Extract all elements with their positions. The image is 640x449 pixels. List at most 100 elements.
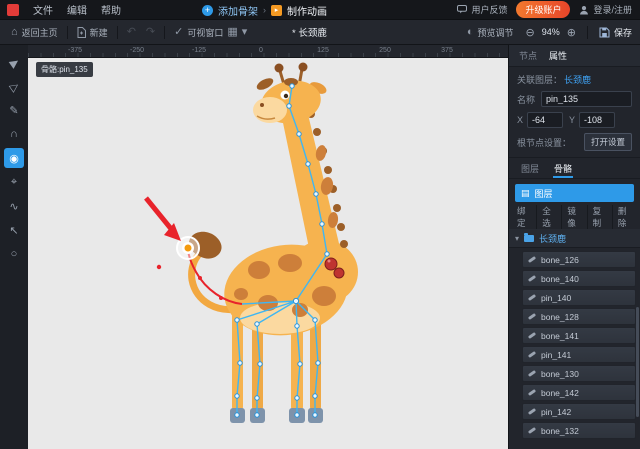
zoom-out-button[interactable]: ⊖ [526, 26, 535, 39]
root-node-label: 根节点设置： [517, 137, 572, 148]
name-row: 名称 [517, 91, 632, 107]
coordinates-row: X Y [517, 112, 632, 128]
tool-palette: ▶ ▷ ✎ ∩ ◉ ⌖ ∿ ↖ ○ [0, 45, 28, 449]
bone-list-item[interactable]: bone_141 [522, 327, 636, 344]
ruler-tick: -250 [129, 47, 145, 54]
x-coordinate-input[interactable] [527, 112, 564, 128]
bone-list-item[interactable]: bone_130 [522, 365, 636, 382]
upgrade-account-button[interactable]: 升级账户 [516, 1, 571, 18]
select-tool[interactable]: ▶ [4, 52, 24, 72]
delete-button[interactable]: 删除 [613, 205, 637, 229]
layer-root-name: 长颈鹿 [539, 233, 567, 244]
pen-tool-icon: ✎ [9, 104, 19, 117]
zoom-in-button[interactable]: ⊕ [567, 26, 576, 39]
preview-adjust-label: 预览调节 [477, 27, 514, 38]
tab-bones[interactable]: 骨骼 [553, 159, 573, 178]
bone-icon [527, 274, 537, 283]
toolbar-right: ◐ 预览调节 ⊖ 94% ⊕ 保存 [462, 20, 640, 44]
inspector-panel: 节点 属性 关联图层： 长颈鹿 名称 X Y [508, 45, 640, 449]
magnet-tool[interactable]: ∩ [4, 124, 24, 144]
node-select-tool[interactable]: ▷ [4, 76, 24, 96]
bone-icon [527, 293, 537, 302]
workflow-steps: + 添加骨架 › ▸ 制作动画 [202, 0, 327, 20]
menu-file[interactable]: 文件 [26, 2, 60, 17]
caret-down-icon: ▾ [515, 233, 520, 243]
pointer-arrow [144, 196, 181, 241]
undo-button[interactable]: ↶ [122, 20, 141, 44]
pin-tool[interactable]: ◉ [4, 148, 24, 168]
save-label: 保存 [613, 27, 632, 38]
home-label: 返回主页 [21, 27, 58, 38]
feedback-button[interactable]: 用户反馈 [457, 3, 507, 16]
visible-window-toggle[interactable]: ✓ 可视窗口 ▦ ▾ [169, 20, 252, 44]
app-logo-icon [7, 3, 19, 16]
giraffe-artwork [188, 62, 358, 423]
bone-list-item[interactable]: pin_140 [522, 289, 636, 306]
bone-item-label: bone_128 [541, 311, 579, 322]
cursor-tool[interactable]: ↖ [4, 220, 24, 240]
tab-node[interactable]: 节点 [519, 49, 537, 62]
canvas-stage[interactable] [28, 58, 508, 449]
make-animation-icon: ▸ [271, 4, 282, 16]
layer-tree-root[interactable]: ▾ 长颈鹿 [509, 229, 640, 248]
open-settings-button[interactable]: 打开设置 [583, 133, 632, 151]
pen-tool[interactable]: ✎ [4, 100, 24, 120]
cursor-tool-icon: ↖ [9, 224, 19, 237]
panel-scrollbar[interactable] [636, 307, 639, 417]
mirror-button[interactable]: 镜像 [562, 205, 588, 229]
root-node-row: 根节点设置： 打开设置 [517, 133, 632, 151]
y-coordinate-input[interactable] [579, 112, 616, 128]
layer-filter-button[interactable]: ▤ 图层 [515, 184, 634, 202]
bone-list-item[interactable]: bone_126 [522, 251, 636, 268]
home-button[interactable]: ⌂ 返回主页 [6, 20, 63, 44]
zoom-level[interactable]: 94% [542, 27, 560, 37]
select-tool-icon: ▶ [7, 55, 22, 70]
bone-list-item[interactable]: bone_142 [522, 384, 636, 401]
bone-tool[interactable]: ⌖ [4, 172, 24, 192]
zoom-tool[interactable]: ○ [4, 244, 24, 264]
save-button[interactable]: 保存 [599, 26, 632, 39]
redo-button[interactable]: ↷ [141, 20, 160, 44]
preview-adjust-toggle[interactable]: ◐ 预览调节 [462, 20, 519, 44]
magnet-tool-icon: ∩ [10, 128, 18, 140]
select-all-button[interactable]: 全选 [537, 205, 563, 229]
menu-edit[interactable]: 编辑 [60, 2, 94, 17]
bone-list-item[interactable]: pin_141 [522, 346, 636, 363]
copy-button[interactable]: 复制 [588, 205, 613, 229]
workflow-step-make-animation[interactable]: 制作动画 [287, 3, 327, 18]
bone-item-label: pin_140 [541, 292, 572, 303]
bone-list-item[interactable]: pin_142 [522, 403, 636, 420]
zoom-tool-icon: ○ [10, 248, 18, 260]
tab-properties[interactable]: 属性 [549, 49, 567, 62]
name-label: 名称 [517, 94, 536, 105]
toolbar: ⌂ 返回主页 新建 ↶ ↷ ✓ 可视窗口 ▦ ▾ * 长颈鹿 ◐ 预览调节 ⊖ [0, 20, 640, 45]
bone-list-item[interactable]: bone_128 [522, 308, 636, 325]
ruler-tick: 125 [317, 47, 329, 54]
bone-list: bone_126 bone_140 pin_140 bone_128 bone_… [509, 248, 640, 449]
login-button[interactable]: 登录/注册 [579, 3, 632, 16]
node-name-input[interactable] [541, 91, 632, 107]
new-document-icon [77, 26, 86, 38]
bone-list-item[interactable]: bone_140 [522, 270, 636, 287]
bone-name-tooltip: 骨骼:pin_135 [36, 62, 93, 77]
bind-button[interactable]: 绑定 [512, 205, 538, 229]
visible-window-label: 可视窗口 [187, 27, 224, 38]
linked-layer-value[interactable]: 长颈鹿 [564, 73, 591, 86]
canvas-area[interactable]: -375 -250 -125 0 125 250 375 骨骼:pin_135 [28, 45, 508, 449]
document-tab[interactable]: * 长颈鹿 [292, 20, 327, 44]
toolbar-divider [66, 25, 68, 39]
bone-icon [527, 369, 537, 378]
tab-layers[interactable]: 图层 [521, 162, 539, 175]
chevron-down-icon: ▾ [241, 25, 248, 38]
folder-icon [524, 232, 535, 242]
curve-tool[interactable]: ∿ [4, 196, 24, 216]
menu-help[interactable]: 帮助 [94, 2, 128, 17]
layer-filter-label: 图层 [534, 188, 553, 199]
ruler-tick: -375 [67, 47, 83, 54]
ruler-tick: 375 [441, 47, 453, 54]
curve-tool-icon: ∿ [9, 200, 19, 213]
bone-tool-icon: ⌖ [10, 175, 18, 188]
new-button[interactable]: 新建 [72, 20, 113, 44]
workflow-step-add-skeleton[interactable]: 添加骨架 [218, 3, 258, 18]
bone-list-item[interactable]: bone_132 [522, 422, 636, 439]
